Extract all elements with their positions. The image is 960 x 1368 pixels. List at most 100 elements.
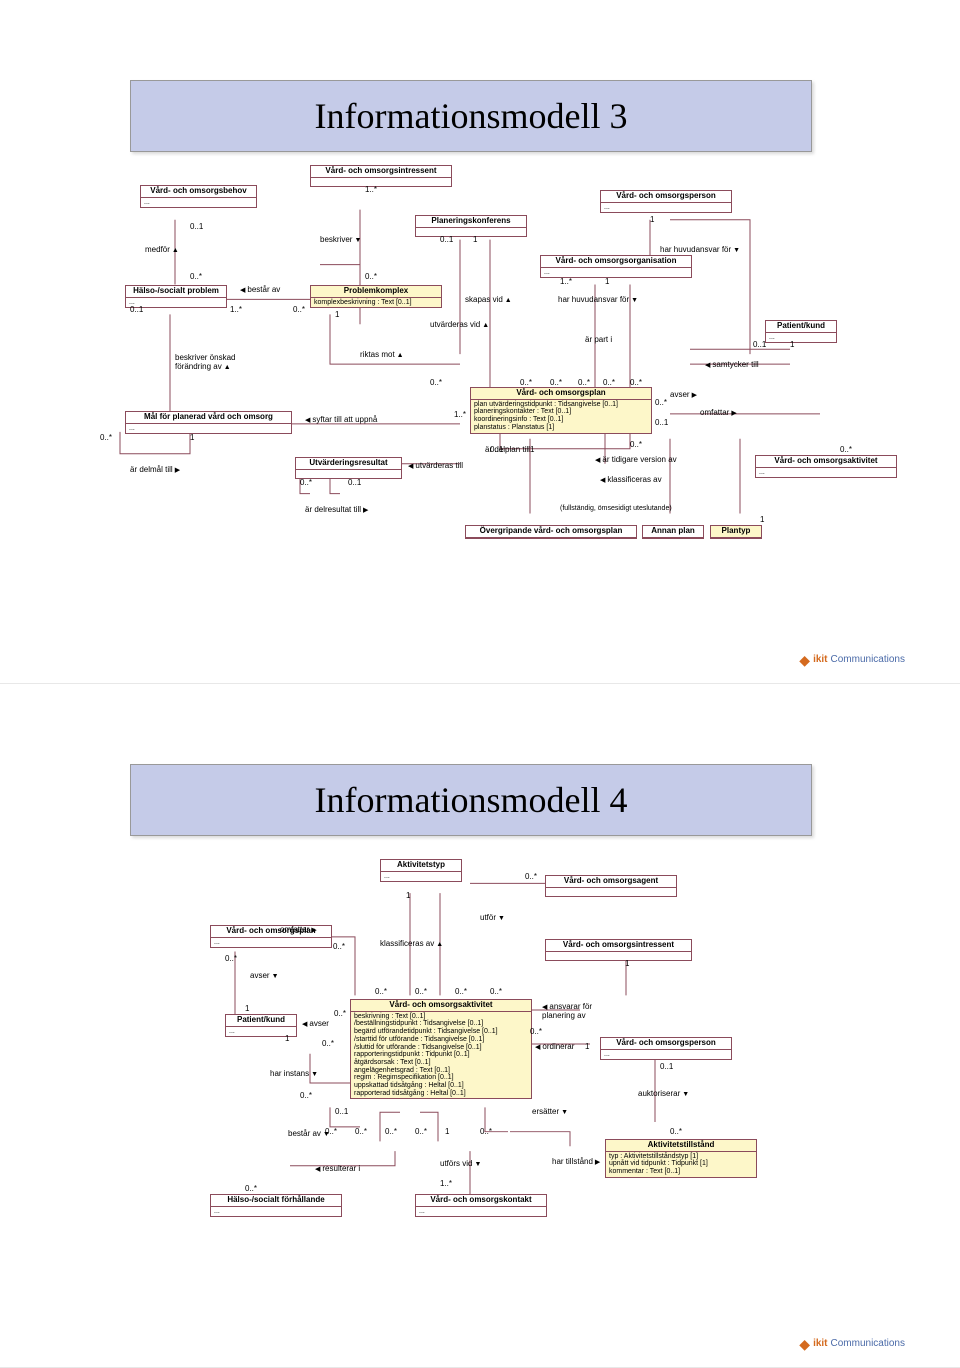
mult: 0..* — [415, 1127, 427, 1136]
lbl-ersatter: ersätter — [532, 1107, 568, 1116]
class-mal: Mål för planerad vård och omsorg ... — [125, 411, 292, 434]
mult: 1 — [473, 235, 477, 244]
lbl-hartill: har tillstånd — [552, 1157, 600, 1166]
mult: 0..* — [333, 942, 345, 951]
lbl-bestar: består av — [288, 1129, 330, 1138]
mult: 0..* — [293, 305, 305, 314]
class-agent: Vård- och omsorgsagent — [545, 875, 677, 897]
mult: 1..* — [440, 1179, 452, 1188]
mult: 0..* — [455, 987, 467, 996]
lbl-auktor: auktoriserar — [638, 1089, 689, 1098]
logo-icon: ◆ — [799, 1339, 810, 1349]
mult: 1 — [790, 340, 794, 349]
mult: 0..* — [322, 1039, 334, 1048]
class-forhall: Hälso-/socialt förhållande ... — [210, 1194, 342, 1217]
mult: 0..* — [578, 378, 590, 387]
label-avser: avser — [670, 390, 697, 399]
mult: 0..* — [325, 1127, 337, 1136]
mult: 0..* — [245, 1184, 257, 1193]
label-huvud2: har huvudansvar för — [558, 295, 638, 304]
label-medfor: medför — [145, 245, 179, 254]
mult: 0..* — [550, 378, 562, 387]
mult: 0..* — [385, 1127, 397, 1136]
label-huvud1: har huvudansvar för — [660, 245, 740, 254]
class-intressent: Vård- och omsorgsintressent — [310, 165, 452, 187]
slide-2: Informationsmodell 4 — [0, 684, 960, 1368]
class-patient: Patient/kund ... — [765, 320, 837, 343]
label-beskriver: beskriver — [320, 235, 361, 244]
mult: 1 — [285, 1034, 289, 1043]
mult: 0..1 — [348, 478, 361, 487]
mult: 1 — [625, 959, 629, 968]
logo-icon: ◆ — [799, 655, 810, 665]
class-aktivitet: Vård- och omsorgsaktivitet ... — [755, 455, 897, 478]
class-aktivtyp: Aktivitetstyp ... — [380, 859, 462, 882]
mult: 1 — [585, 1042, 589, 1051]
mult: 1 — [760, 515, 764, 524]
lbl-utforsvid: utförs vid — [440, 1159, 481, 1168]
mult: 0..* — [355, 1127, 367, 1136]
mult: 0..1 — [335, 1107, 348, 1116]
label-beskonsk: beskriver önskad förändring av — [175, 353, 235, 371]
logo: ◆ ikit Communications — [799, 1338, 905, 1349]
mult: 0..1 — [655, 418, 668, 427]
label-riktas: riktas mot — [360, 350, 404, 359]
slide-1: Informationsmodell 3 — [0, 0, 960, 684]
mult: 0..1 — [440, 235, 453, 244]
class-intressent2: Vård- och omsorgsintressent — [545, 939, 692, 961]
mult: 0..* — [225, 954, 237, 963]
mult: 0..1 — [190, 222, 203, 231]
mult: 0..* — [603, 378, 615, 387]
mult: 0..* — [480, 1127, 492, 1136]
mult: 0..* — [334, 1009, 346, 1018]
label-fullst: (fullständig, ömsesidigt uteslutande) — [560, 505, 672, 512]
mult: 1 — [445, 1127, 449, 1136]
logo: ◆ ikit Communications — [799, 654, 905, 665]
mult: 1 — [335, 310, 339, 319]
class-resultat: Utvärderingsresultat — [295, 457, 402, 479]
mult: 0..* — [415, 987, 427, 996]
label-utvvid: utvärderas vid — [430, 320, 489, 329]
class-tillstand: Aktivitetstillstånd typ : Aktivitetstill… — [605, 1139, 757, 1178]
lbl-avser: avser — [250, 971, 279, 980]
lbl-ordinerar: ordinerar — [535, 1042, 574, 1051]
mult: 1 — [605, 277, 609, 286]
mult: 0..* — [655, 398, 667, 407]
mult: 1 — [650, 215, 654, 224]
class-plantyp: Plantyp — [710, 525, 762, 539]
mult: 1..* — [560, 277, 572, 286]
lbl-ansvarar: ansvarar för planering av — [542, 1002, 592, 1020]
mult: 1..* — [454, 410, 466, 419]
mult: 0..1 — [660, 1062, 673, 1071]
mult: 1 — [245, 1004, 249, 1013]
class-annan: Annan plan — [642, 525, 704, 539]
mult: 1..* — [365, 185, 377, 194]
label-omfattar: omfattar — [700, 408, 737, 417]
mult: 0..* — [525, 872, 537, 881]
class-person: Vård- och omsorgsperson ... — [600, 190, 732, 213]
class-over: Övergripande vård- och omsorgsplan — [465, 525, 637, 539]
label-tidigare: är tidigare version av — [595, 455, 677, 464]
lbl-utfor: utför — [480, 913, 505, 922]
mult: 0..1 — [753, 340, 766, 349]
mult: 0..1 — [130, 305, 143, 314]
mult: 1 — [406, 891, 410, 900]
slide-title: Informationsmodell 3 — [130, 80, 812, 152]
mult: 0..* — [100, 433, 112, 442]
label-klassif: klassificeras av — [600, 475, 662, 484]
class-plan: Vård- och omsorgsplan plan utvärderingst… — [470, 387, 652, 434]
class-person2: Vård- och omsorgsperson ... — [600, 1037, 732, 1060]
label-samtyck: samtycker till — [705, 360, 759, 369]
mult: 0..* — [190, 272, 202, 281]
mult: 1..* — [230, 305, 242, 314]
mult: 0..* — [300, 1091, 312, 1100]
mult: 0..* — [520, 378, 532, 387]
mult: 1 — [530, 445, 534, 454]
class-kontakt: Vård- och omsorgskontakt ... — [415, 1194, 547, 1217]
label-utvtill: utvärderas till — [408, 461, 463, 470]
label-delres: är delresultat till — [305, 505, 368, 514]
class-behov: Vård- och omsorgsbehov ... — [140, 185, 257, 208]
mult: 0..* — [365, 272, 377, 281]
uml-diagram-3: Vård- och omsorgsbehov ... Vård- och oms… — [30, 165, 930, 623]
mult: 0..* — [630, 440, 642, 449]
